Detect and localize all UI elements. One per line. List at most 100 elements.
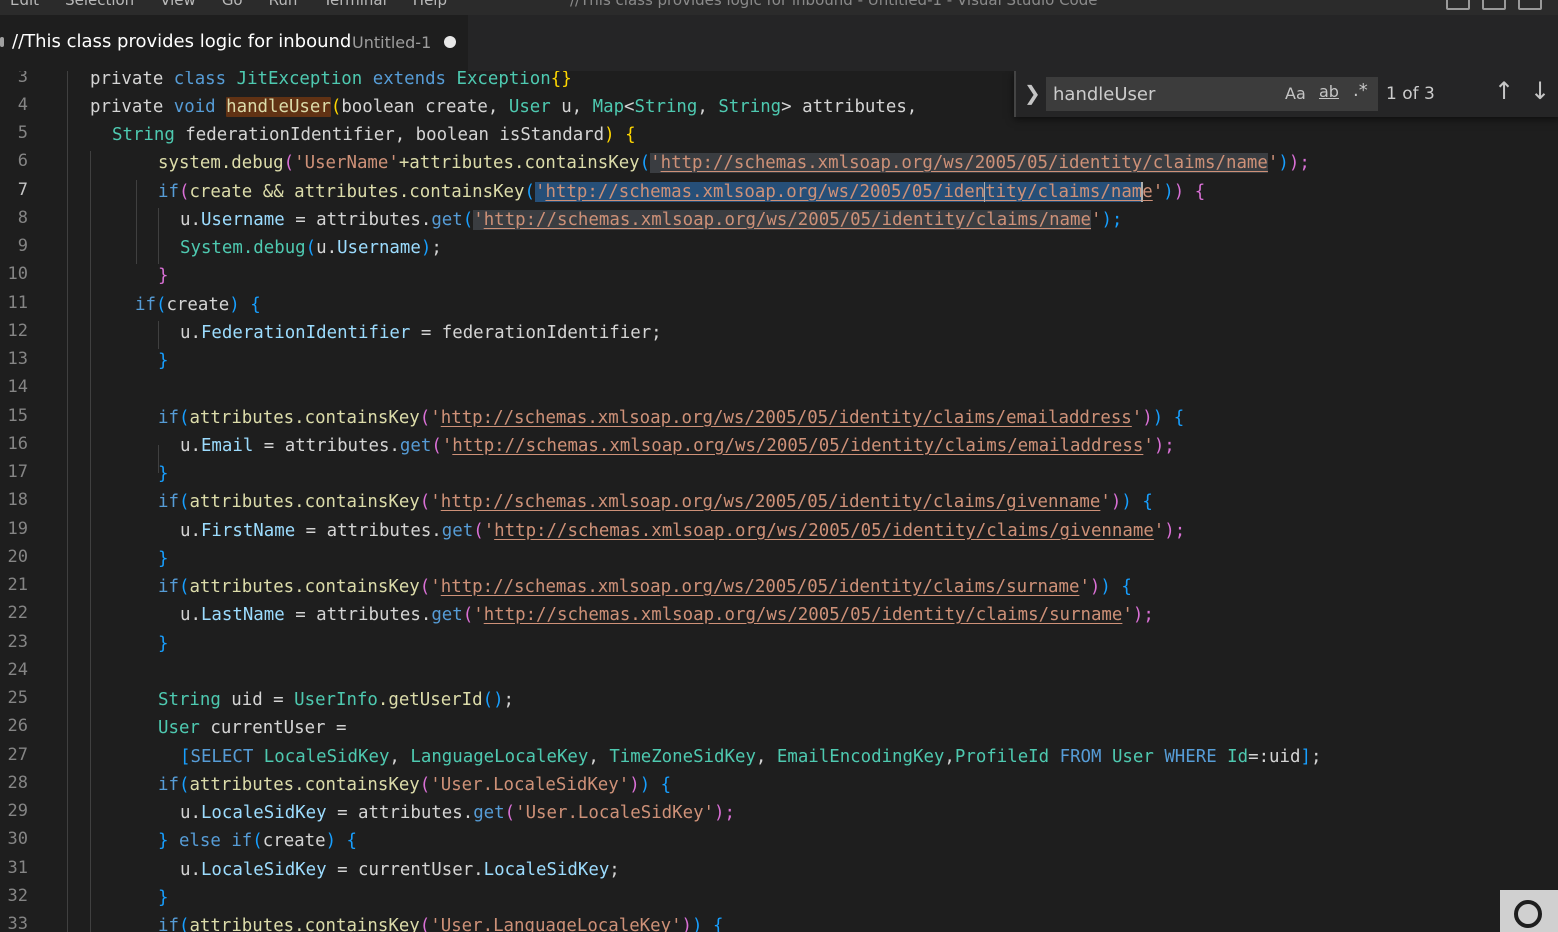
token: , bbox=[697, 97, 719, 117]
arrow-up-icon[interactable]: ↑ bbox=[1494, 77, 1514, 105]
unsaved-dot-icon[interactable] bbox=[444, 36, 456, 48]
token: ( bbox=[419, 408, 431, 428]
token: ( bbox=[178, 182, 190, 202]
token: JitException bbox=[236, 71, 373, 89]
editor-tab[interactable]: //This class provides logic for inbound … bbox=[0, 15, 468, 71]
tab-indicator bbox=[0, 37, 4, 47]
url-link[interactable]: http://schemas.xmlsoap.org/ws/2005/05/id… bbox=[494, 521, 1154, 541]
code-line: private void handleUser(boolean create, … bbox=[90, 93, 917, 121]
token: create bbox=[262, 831, 326, 851]
token: = attributes. bbox=[284, 210, 432, 230]
token: String bbox=[634, 97, 698, 117]
line-number: 14 bbox=[7, 377, 28, 397]
match-count: 1 of 3 bbox=[1386, 84, 1435, 104]
line-number: 28 bbox=[7, 773, 28, 793]
url-link[interactable]: http://schemas.xmlsoap.org/ws/2005/05/id… bbox=[484, 605, 1123, 625]
token: if bbox=[158, 577, 179, 597]
url-link[interactable]: http://schemas.xmlsoap.org/ws/2005/05/id… bbox=[441, 492, 1101, 512]
token: ' bbox=[1152, 182, 1164, 202]
token: uid = bbox=[220, 690, 295, 710]
token: { bbox=[1142, 492, 1153, 512]
menu-selection[interactable]: Selection bbox=[65, 0, 134, 9]
token: ); bbox=[714, 803, 735, 823]
token: ( bbox=[473, 521, 484, 541]
token: ) bbox=[692, 916, 703, 932]
line-number: 4 bbox=[17, 95, 28, 115]
url-link[interactable]: e bbox=[1142, 182, 1152, 202]
token: get bbox=[431, 210, 463, 230]
token: boolean create, bbox=[341, 97, 509, 117]
indent-guide bbox=[158, 321, 159, 349]
token: = attributes. bbox=[326, 803, 474, 823]
token: LocaleSidKey bbox=[483, 860, 610, 880]
line-number: 15 bbox=[7, 406, 28, 426]
url-link[interactable]: http://schemas.xmlsoap.org/ws/2005/05/id… bbox=[660, 153, 1268, 173]
token: else bbox=[168, 831, 232, 851]
token: 'User.LanguageLocaleKey' bbox=[430, 916, 682, 932]
url-link[interactable]: http://schemas.xmlsoap.org/ws/2005/05/id… bbox=[441, 408, 1132, 428]
code-editor[interactable]: 3 4 5 6 7 8 9 10 11 12 13 14 15 16 17 18… bbox=[0, 71, 1558, 932]
menu-help[interactable]: Help bbox=[413, 0, 447, 9]
camera-icon[interactable] bbox=[1500, 890, 1558, 932]
token: SELECT bbox=[190, 747, 264, 767]
token: 'User.LocaleSidKey' bbox=[515, 803, 715, 823]
token: u, bbox=[550, 97, 593, 117]
regex-toggle[interactable]: .* bbox=[1353, 80, 1368, 101]
token: = attributes. bbox=[295, 521, 442, 541]
line-number: 5 bbox=[17, 123, 28, 143]
match-case-toggle[interactable]: Aa bbox=[1285, 84, 1306, 103]
panel-toggle-icon[interactable] bbox=[1482, 0, 1506, 10]
code-line: if(create) { bbox=[135, 291, 261, 319]
arrow-down-icon[interactable]: ↓ bbox=[1530, 77, 1550, 105]
token: ( bbox=[462, 210, 474, 230]
token: Username bbox=[200, 210, 285, 230]
token: ) bbox=[1121, 492, 1132, 512]
token: ) bbox=[229, 295, 240, 315]
menu-terminal[interactable]: Terminal bbox=[323, 0, 386, 9]
menu-edit[interactable]: Edit bbox=[10, 0, 39, 9]
sidebar-toggle-icon[interactable] bbox=[1518, 0, 1542, 10]
indent-guide bbox=[158, 208, 159, 264]
layout-toggle-icon[interactable] bbox=[1446, 0, 1470, 10]
token: ) bbox=[1089, 577, 1101, 597]
token: u. bbox=[180, 436, 201, 456]
menu-run[interactable]: Run bbox=[269, 0, 298, 9]
tab-bar: //This class provides logic for inbound … bbox=[0, 15, 1558, 71]
token: { bbox=[660, 775, 672, 795]
code-line: } bbox=[158, 545, 168, 573]
token: ; bbox=[503, 690, 515, 710]
token: ( bbox=[283, 153, 295, 173]
selected-url[interactable]: tity/claims/nam bbox=[985, 182, 1143, 202]
token: {} bbox=[550, 71, 572, 89]
chevron-right-icon[interactable]: ❯ bbox=[1024, 81, 1041, 105]
url-link[interactable]: http://schemas.xmlsoap.org/ws/2005/05/id… bbox=[452, 436, 1143, 456]
menu-go[interactable]: Go bbox=[222, 0, 243, 9]
url-link[interactable]: http://schemas.xmlsoap.org/ws/2005/05/id… bbox=[483, 210, 1091, 230]
token: u. bbox=[180, 210, 201, 230]
token: ( bbox=[639, 153, 651, 173]
token: ' bbox=[650, 153, 661, 173]
token: ); bbox=[1132, 605, 1154, 625]
find-input[interactable]: handleUser Aa ab .* bbox=[1046, 77, 1378, 111]
token: attributes.containsKey bbox=[189, 916, 420, 932]
menu-view[interactable]: View bbox=[160, 0, 196, 9]
token: =:uid bbox=[1248, 747, 1301, 767]
token: } bbox=[158, 266, 169, 286]
token: .getUserId bbox=[377, 690, 483, 710]
token: extends bbox=[372, 71, 457, 89]
token: ); bbox=[1164, 521, 1186, 541]
url-link[interactable]: http://schemas.xmlsoap.org/ws/2005/05/id… bbox=[441, 577, 1080, 597]
token: ); bbox=[1288, 153, 1310, 173]
code-line: } bbox=[158, 347, 168, 375]
token: if bbox=[158, 492, 179, 512]
token: ( bbox=[178, 775, 190, 795]
whole-word-toggle[interactable]: ab bbox=[1319, 82, 1339, 101]
token: ); bbox=[1153, 436, 1175, 456]
code-line: u.LocaleSidKey = attributes.get('User.Lo… bbox=[180, 799, 735, 827]
line-number: 20 bbox=[7, 547, 28, 567]
code-line: [SELECT LocaleSidKey, LanguageLocaleKey,… bbox=[180, 743, 1321, 771]
selected-url[interactable]: http://schemas.xmlsoap.org/ws/2005/05/id… bbox=[545, 182, 986, 202]
